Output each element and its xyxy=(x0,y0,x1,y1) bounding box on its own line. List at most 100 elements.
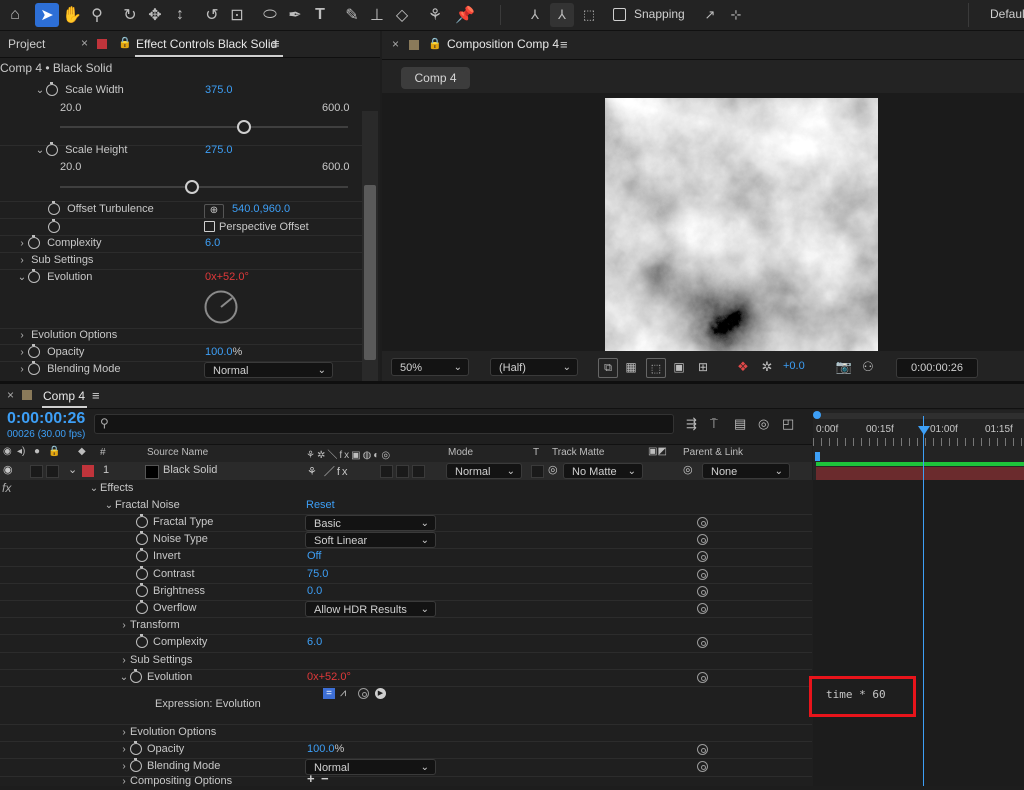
frame-blending-icon[interactable]: ◎ xyxy=(758,416,769,432)
expression-language-menu-icon[interactable]: ▶ xyxy=(375,688,386,699)
stopwatch-icon[interactable] xyxy=(48,219,60,234)
scrollbar-thumb[interactable] xyxy=(364,185,376,360)
lock-icon[interactable]: 🔒 xyxy=(118,36,132,49)
stopwatch-icon[interactable] xyxy=(136,566,148,581)
stopwatch-icon[interactable] xyxy=(28,269,40,284)
complexity-value[interactable]: 6.0 xyxy=(307,634,322,651)
switch-box[interactable] xyxy=(380,465,393,478)
work-area-in[interactable] xyxy=(815,452,820,461)
lock-icon[interactable]: 🔒 xyxy=(48,446,60,457)
label-tag-icon[interactable]: ◆ xyxy=(78,446,86,457)
property-value[interactable]: Off xyxy=(307,548,321,565)
playhead-icon[interactable] xyxy=(918,426,930,435)
chevron-right-icon[interactable]: › xyxy=(118,617,130,634)
home-icon[interactable]: ⌂ xyxy=(3,3,27,27)
chevron-down-icon[interactable]: ⌄ xyxy=(88,480,100,497)
panel-menu-icon[interactable]: ≡ xyxy=(92,388,100,403)
chevron-right-icon[interactable]: › xyxy=(16,235,28,252)
chevron-right-icon[interactable]: › xyxy=(16,327,28,344)
layer-label-color[interactable] xyxy=(82,465,94,477)
keyframe-area[interactable] xyxy=(813,480,1024,786)
resolution-dropdown[interactable]: (Half) ⌄ xyxy=(490,358,578,376)
graph-editor-icon[interactable]: ⩘ xyxy=(340,687,346,700)
lock-icon[interactable]: 🔒 xyxy=(428,37,442,50)
chevron-right-icon[interactable]: › xyxy=(118,652,130,669)
close-icon[interactable]: × xyxy=(81,36,88,50)
stopwatch-icon[interactable] xyxy=(136,531,148,546)
stopwatch-icon[interactable] xyxy=(130,669,142,684)
offset-turbulence-value[interactable]: 540.0,960.0 xyxy=(232,201,290,218)
layer-name[interactable]: Black Solid xyxy=(163,464,217,476)
fast-previews-icon[interactable]: ⧉ xyxy=(598,358,618,378)
tab-project[interactable]: Project xyxy=(8,37,45,51)
column-header-source-name[interactable]: Source Name xyxy=(147,447,208,458)
track-matte-dropdown[interactable]: No Matte ⌄ xyxy=(563,463,643,479)
workspace-label[interactable]: Defaul xyxy=(990,7,1024,21)
dolly-camera-icon[interactable]: ↕ xyxy=(168,3,192,27)
evolution-options-row[interactable]: › Evolution Options xyxy=(16,327,117,344)
guides-grid-icon[interactable]: ⊞ xyxy=(694,358,712,376)
parent-dropdown[interactable]: None ⌄ xyxy=(702,463,790,479)
clone-stamp-icon[interactable]: ⊥ xyxy=(365,3,389,27)
preserve-transparency-toggle[interactable] xyxy=(531,465,544,478)
region-of-interest-icon[interactable]: ▣ xyxy=(670,358,688,376)
property-value[interactable]: 75.0 xyxy=(307,566,328,583)
stopwatch-icon[interactable] xyxy=(130,758,142,773)
layer-row[interactable]: ◉ ⌄ 1 Black Solid ⚘ ／fx Normal ⌄ ◎ No Mat… xyxy=(0,462,812,480)
chevron-down-icon[interactable]: ⌄ xyxy=(34,82,46,99)
axis-world-icon[interactable]: ⅄ xyxy=(550,3,574,27)
property-dropdown[interactable]: Basic ⌄ xyxy=(305,515,436,531)
parent-pickwhip-icon[interactable]: ◎ xyxy=(683,463,693,476)
puppet-pin-icon[interactable]: 📌 xyxy=(453,3,477,27)
chevron-right-icon[interactable]: › xyxy=(118,724,130,741)
matte-pickwhip-icon[interactable]: ◎ xyxy=(548,463,558,476)
ellipse-tool-icon[interactable]: ⬭ xyxy=(258,3,282,27)
opacity-value[interactable]: 100.0% xyxy=(307,741,344,758)
expression-enable-icon[interactable]: = xyxy=(323,688,335,699)
expression-pickwhip-icon[interactable] xyxy=(697,586,708,597)
layer-mode-dropdown[interactable]: Normal ⌄ xyxy=(446,463,522,479)
compositing-options-row[interactable]: › Compositing Options xyxy=(118,773,232,790)
solo-icon[interactable]: ● xyxy=(34,446,40,457)
viewer-timecode[interactable]: 0:00:00:26 xyxy=(896,358,978,378)
panel-menu-icon[interactable]: ≡ xyxy=(272,36,280,51)
chevron-right-icon[interactable]: › xyxy=(118,741,130,758)
chevron-down-icon[interactable]: ⌄ xyxy=(103,497,115,514)
eye-icon[interactable]: ◉ xyxy=(3,463,13,476)
show-snapshot-icon[interactable]: ⚇ xyxy=(859,358,877,376)
composition-viewer[interactable] xyxy=(382,93,1024,351)
scale-height-slider[interactable] xyxy=(60,180,348,194)
stopwatch-icon[interactable] xyxy=(136,583,148,598)
zoom-tool-icon[interactable]: ⚲ xyxy=(85,3,109,27)
chevron-down-icon[interactable]: ⌄ xyxy=(68,463,77,476)
work-area-range[interactable] xyxy=(816,462,1024,466)
chevron-right-icon[interactable]: › xyxy=(16,252,28,269)
complexity-value[interactable]: 6.0 xyxy=(205,235,220,252)
layer-switches[interactable]: ⚘ ／fx xyxy=(307,463,349,479)
sub-settings-row[interactable]: › Sub Settings xyxy=(16,252,93,269)
panel-menu-icon[interactable]: ≡ xyxy=(560,37,568,52)
expression-pickwhip-icon[interactable] xyxy=(697,603,708,614)
axis-local-icon[interactable]: ⅄ xyxy=(523,3,547,27)
chevron-right-icon[interactable]: › xyxy=(16,344,28,361)
stopwatch-icon[interactable] xyxy=(48,201,60,216)
expression-pickwhip-icon[interactable] xyxy=(697,569,708,580)
switch-box[interactable] xyxy=(396,465,409,478)
exposure-value[interactable]: +0.0 xyxy=(783,360,805,372)
pan-camera-icon[interactable]: ✥ xyxy=(143,3,167,27)
scale-width-slider-knob[interactable] xyxy=(237,120,251,134)
color-channels-icon[interactable]: ❖ xyxy=(734,358,752,376)
timeline-timecode[interactable]: 0:00:00:26 xyxy=(7,410,85,428)
expression-pickwhip-icon[interactable] xyxy=(697,672,708,683)
audio-icon[interactable]: ◂) xyxy=(17,446,25,457)
work-area-start-handle[interactable] xyxy=(813,411,821,419)
expression-pickwhip-icon[interactable] xyxy=(697,637,708,648)
scale-height-slider-knob[interactable] xyxy=(185,180,199,194)
brush-tool-icon[interactable]: ✎ xyxy=(340,3,364,27)
stopwatch-icon[interactable] xyxy=(136,600,148,615)
chevron-right-icon[interactable]: › xyxy=(118,773,130,790)
expression-pickwhip-icon[interactable] xyxy=(358,688,369,699)
fractal-noise-row[interactable]: ⌄ Fractal Noise xyxy=(103,497,180,514)
add-mask-plus-icon[interactable]: + xyxy=(307,771,315,786)
hide-shy-layers-icon[interactable]: ▤ xyxy=(734,416,746,432)
